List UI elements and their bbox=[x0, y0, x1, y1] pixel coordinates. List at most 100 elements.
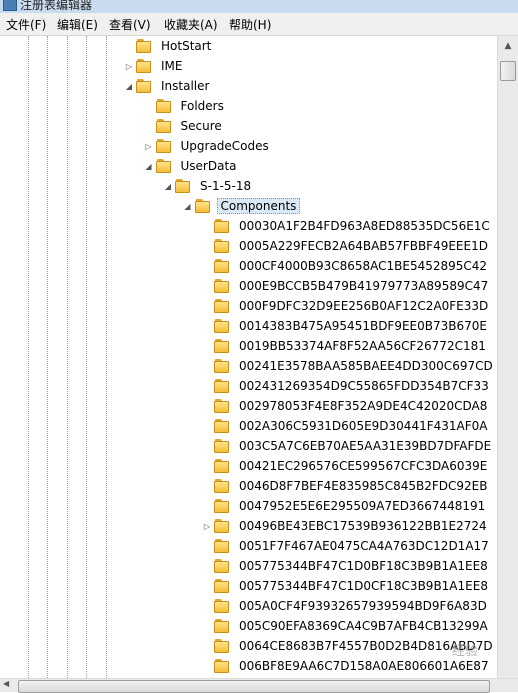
tree-node-label: 0047952E5E6E295509A7ED3667448191 bbox=[239, 499, 486, 513]
tree-node-label: UpgradeCodes bbox=[180, 139, 269, 153]
folder-icon bbox=[214, 539, 230, 553]
collapse-arrow-icon[interactable]: ▷ bbox=[124, 62, 134, 71]
menu-file[interactable]: 文件(F) bbox=[6, 16, 46, 33]
tree-node-label: 00421EC296576CE599567CFC3DA6039E bbox=[239, 459, 488, 473]
menu-bar: 文件(F) 编辑(E) 查看(V) 收藏夹(A) 帮助(H) bbox=[0, 13, 518, 36]
folder-icon bbox=[155, 119, 172, 133]
folder-icon bbox=[214, 479, 230, 493]
tree-node-00030a1f2b4fd963a8ed88535dc56e1c[interactable]: 00030A1F2B4FD963A8ED88535DC56E1C bbox=[202, 216, 493, 236]
tree-node-00241e3578baa585baee4dd300c697cd[interactable]: 00241E3578BAA585BAEE4DD300C697CD bbox=[202, 356, 496, 376]
tree-node-0014383b475a95451bdf9ee0b73b670e[interactable]: 0014383B475A95451BDF9EE0B73B670E bbox=[202, 316, 490, 336]
tree-node-0046d8f7bef4e835985c845b2fdc92eb[interactable]: 0046D8F7BEF4E835985C845B2FDC92EB bbox=[202, 476, 490, 496]
tree-node-label: Installer bbox=[161, 79, 210, 93]
tree-node-0051f7f467ae0475ca4a763dc12d1a17[interactable]: 0051F7F467AE0475CA4A763DC12D1A17 bbox=[202, 536, 492, 556]
expand-arrow-icon[interactable]: ◢ bbox=[163, 182, 173, 191]
expand-arrow-icon[interactable]: ◢ bbox=[144, 162, 154, 171]
tree-node-label: 000E9BCCB5B479B41979773A89589C47 bbox=[239, 279, 489, 293]
folder-icon bbox=[175, 179, 191, 193]
vertical-scrollbar[interactable]: ▲ bbox=[497, 36, 518, 678]
regedit-app-icon bbox=[3, 0, 17, 11]
tree-node-002978053f4e8f352a9de4c42020cda8[interactable]: 002978053F4E8F352A9DE4C42020CDA8 bbox=[202, 396, 490, 416]
tree-node-label: 00030A1F2B4FD963A8ED88535DC56E1C bbox=[239, 219, 490, 233]
tree-node-label: 00241E3578BAA585BAEE4DD300C697CD bbox=[239, 359, 493, 373]
tree-node-005a0cf4f93932657939594bd9f6a83d[interactable]: 005A0CF4F93932657939594BD9F6A83D bbox=[202, 596, 490, 616]
expand-arrow-icon[interactable]: ◢ bbox=[183, 202, 193, 211]
tree-node-ime[interactable]: ▷ IME bbox=[124, 56, 185, 76]
tree-guide-line bbox=[86, 36, 87, 678]
scroll-up-arrow-icon[interactable]: ▲ bbox=[500, 38, 516, 54]
tree-node-label: 0005A229FECB2A64BAB57FBBF49EEE1D bbox=[239, 239, 488, 253]
tree-node-label: UserData bbox=[180, 159, 237, 173]
tree-node-installer[interactable]: ◢ Installer bbox=[124, 76, 212, 96]
folder-icon bbox=[214, 519, 230, 533]
tree-node-label: Secure bbox=[180, 119, 222, 133]
tree-node-000e9bccb5b479b41979773a89589c47[interactable]: 000E9BCCB5B479B41979773A89589C47 bbox=[202, 276, 491, 296]
tree-node-s-1-5-18[interactable]: ◢ S-1-5-18 bbox=[163, 176, 254, 196]
scroll-left-arrow-icon[interactable]: ◀ bbox=[3, 679, 9, 688]
tree-node-upgradecodes[interactable]: ▷ UpgradeCodes bbox=[144, 136, 272, 156]
menu-favorites[interactable]: 收藏夹(A) bbox=[164, 16, 218, 33]
tree-node-000f9dfc32d9ee256b0af12c2a0fe33d[interactable]: 000F9DFC32D9EE256B0AF12C2A0FE33D bbox=[202, 296, 491, 316]
tree-node-label: Components bbox=[216, 198, 301, 214]
vertical-scroll-thumb[interactable] bbox=[500, 61, 516, 81]
tree-node-005775344bf47c1d0bf18c3b9b1a1ee8[interactable]: 005775344BF47C1D0BF18C3B9B1A1EE8 bbox=[202, 556, 491, 576]
tree-guide-line bbox=[106, 36, 107, 678]
folder-icon bbox=[214, 319, 230, 333]
tree-node-002a306c5931d605e9d30441f431af0a[interactable]: 002A306C5931D605E9D30441F431AF0A bbox=[202, 416, 490, 436]
tree-node-label: 0019BB53374AF8F52AA56CF26772C181 bbox=[239, 339, 486, 353]
horizontal-scrollbar[interactable]: ◀ bbox=[0, 678, 518, 693]
folder-icon bbox=[214, 659, 230, 673]
tree-node-folders[interactable]: Folders bbox=[144, 96, 227, 116]
folder-icon bbox=[155, 139, 172, 153]
expand-arrow-icon[interactable]: ◢ bbox=[124, 82, 134, 91]
folder-icon bbox=[214, 279, 230, 293]
folder-icon bbox=[214, 419, 230, 433]
tree-node-006bf8e9aa6c7d158a0ae806601a6e87[interactable]: 006BF8E9AA6C7D158A0AE806601A6E87 bbox=[202, 656, 492, 676]
window-title: 注册表编辑器 bbox=[20, 0, 93, 12]
horizontal-scroll-thumb[interactable] bbox=[18, 680, 490, 693]
tree-node-005c90efa8369ca4c9b7afb4cb13299a[interactable]: 005C90EFA8369CA4C9B7AFB4CB13299A bbox=[202, 616, 491, 636]
folder-icon bbox=[136, 59, 152, 73]
tree-node-secure[interactable]: Secure bbox=[144, 116, 225, 136]
menu-help[interactable]: 帮助(H) bbox=[229, 16, 271, 33]
folder-icon bbox=[194, 199, 211, 213]
folder-icon bbox=[214, 459, 230, 473]
tree-node-003c5a7c6eb70ae5aa31e39bd7dfafde[interactable]: 003C5A7C6EB70AE5AA31E39BD7DFAFDE bbox=[202, 436, 494, 456]
tree-node-label: 006BF8E9AA6C7D158A0AE806601A6E87 bbox=[239, 659, 489, 673]
folder-icon bbox=[136, 79, 152, 93]
tree-node-label: 005A0CF4F93932657939594BD9F6A83D bbox=[239, 599, 487, 613]
tree-node-0019bb53374af8f52aa56cf26772c181[interactable]: 0019BB53374AF8F52AA56CF26772C181 bbox=[202, 336, 489, 356]
tree-node-label: IME bbox=[161, 59, 183, 73]
tree-node-0047952e5e6e295509a7ed3667448191[interactable]: 0047952E5E6E295509A7ED3667448191 bbox=[202, 496, 488, 516]
tree-node-0005a229fecb2a64bab57fbbf49eee1d[interactable]: 0005A229FECB2A64BAB57FBBF49EEE1D bbox=[202, 236, 491, 256]
tree-node-label: 000F9DFC32D9EE256B0AF12C2A0FE33D bbox=[239, 299, 489, 313]
tree-node-label: 005C90EFA8369CA4C9B7AFB4CB13299A bbox=[239, 619, 488, 633]
folder-icon bbox=[214, 599, 230, 613]
collapse-arrow-icon[interactable]: ▷ bbox=[144, 142, 154, 151]
tree-node-components[interactable]: ◢ Components bbox=[183, 196, 301, 216]
tree-node-userdata[interactable]: ◢ UserData bbox=[144, 156, 240, 176]
registry-key-tree[interactable]: HotStart ▷ IME ◢ Installer Folders Secure ▷ Upgr… bbox=[0, 36, 497, 678]
tree-node-label: 002978053F4E8F352A9DE4C42020CDA8 bbox=[239, 399, 488, 413]
folder-icon bbox=[214, 339, 230, 353]
tree-node-00496be43ebc17539b936122bb1e2724[interactable]: ▷ 00496BE43EBC17539B936122BB1E2724 bbox=[202, 516, 490, 536]
menu-edit[interactable]: 编辑(E) bbox=[57, 16, 98, 33]
folder-icon bbox=[214, 259, 230, 273]
tree-node-00421ec296576ce599567cfc3da6039e[interactable]: 00421EC296576CE599567CFC3DA6039E bbox=[202, 456, 490, 476]
folder-icon bbox=[214, 239, 230, 253]
folder-icon bbox=[155, 99, 172, 113]
folder-icon bbox=[214, 579, 230, 593]
folder-icon bbox=[214, 639, 230, 653]
folder-icon bbox=[214, 219, 230, 233]
tree-node-hotstart[interactable]: HotStart bbox=[124, 36, 214, 56]
menu-view[interactable]: 查看(V) bbox=[109, 16, 151, 33]
title-bar: 注册表编辑器 bbox=[0, 0, 518, 13]
folder-icon bbox=[214, 379, 230, 393]
tree-node-000cf4000b93c8658ac1be5452895c42[interactable]: 000CF4000B93C8658AC1BE5452895C42 bbox=[202, 256, 490, 276]
tree-node-002431269354d9c55865fdd354b7cf33[interactable]: 002431269354D9C55865FDD354B7CF33 bbox=[202, 376, 492, 396]
collapse-arrow-icon[interactable]: ▷ bbox=[202, 522, 212, 531]
folder-icon bbox=[214, 359, 230, 373]
tree-guide-line bbox=[28, 36, 29, 678]
tree-node-005775344bf47c1d0cf18c3b9b1a1ee8[interactable]: 005775344BF47C1D0CF18C3B9B1A1EE8 bbox=[202, 576, 491, 596]
tree-node-label: 000CF4000B93C8658AC1BE5452895C42 bbox=[239, 259, 488, 273]
